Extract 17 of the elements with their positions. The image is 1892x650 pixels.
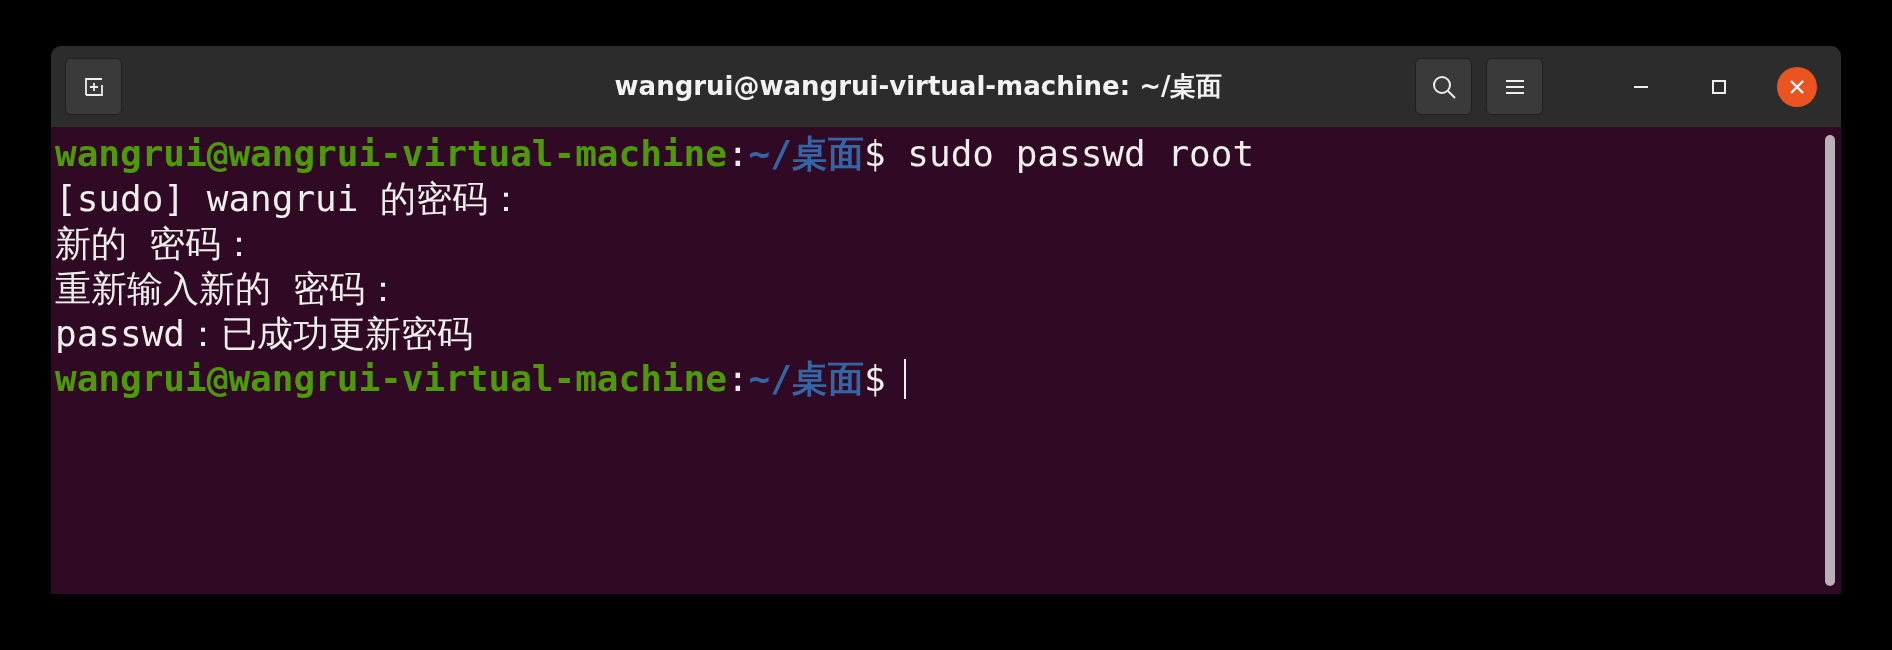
output-line: 新的 密码： bbox=[55, 222, 257, 266]
search-button[interactable] bbox=[1415, 58, 1472, 115]
prompt-line: wangrui@wangrui-virtual-machine:~/桌面$ bbox=[55, 357, 886, 401]
maximize-icon bbox=[1712, 79, 1726, 94]
window-title: wangrui@wangrui-virtual-machine: ~/桌面 bbox=[613, 70, 1224, 103]
output-line: [sudo] wangrui 的密码： bbox=[55, 177, 525, 221]
menu-button[interactable] bbox=[1486, 58, 1543, 115]
scrollbar[interactable] bbox=[1825, 135, 1835, 586]
prompt-line: wangrui@wangrui-virtual-machine:~/桌面$ sudo passwd root bbox=[55, 132, 1255, 176]
output-line: 重新输入新的 密码： bbox=[55, 267, 401, 311]
output-line: passwd：已成功更新密码 bbox=[55, 312, 474, 356]
text-cursor bbox=[903, 358, 906, 399]
menu-icon bbox=[1504, 78, 1525, 95]
close-button[interactable] bbox=[1777, 66, 1817, 107]
search-icon bbox=[1430, 73, 1457, 100]
new-tab-button[interactable] bbox=[65, 58, 122, 115]
close-icon bbox=[1789, 78, 1805, 95]
